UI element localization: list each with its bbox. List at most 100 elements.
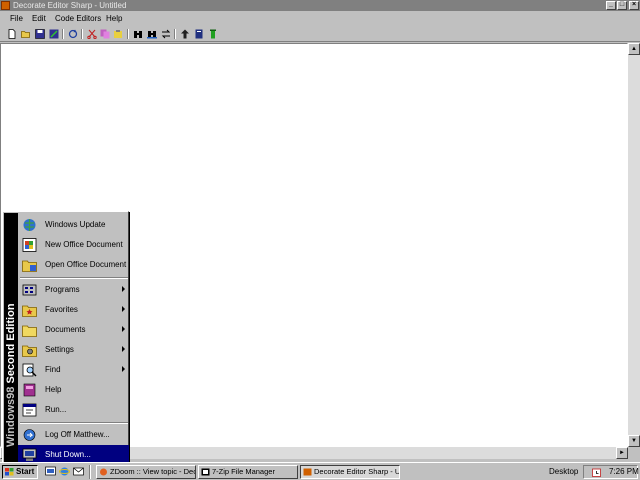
start-item-open-office-document[interactable]: Open Office Document <box>18 255 129 275</box>
title-bar[interactable]: Decorate Editor Sharp - Untitled _ □ × <box>0 0 640 11</box>
task-label: ZDoom :: View topic - Dec... <box>110 467 196 476</box>
start-item-programs[interactable]: Programs <box>18 280 129 300</box>
submenu-arrow-icon <box>122 346 125 352</box>
start-item-label: New Office Document <box>45 240 123 249</box>
toolbar-separator <box>81 29 83 39</box>
log-off-icon <box>23 429 36 441</box>
scroll-up-button[interactable]: ▲ <box>628 43 640 55</box>
toolbar-separator <box>127 29 129 39</box>
copy-icon[interactable] <box>100 29 110 39</box>
find-icon[interactable] <box>133 29 143 39</box>
cut-icon[interactable] <box>87 29 97 39</box>
task-7zip[interactable]: 7-Zip File Manager <box>198 465 298 479</box>
shut-down-icon <box>22 448 37 461</box>
start-item-run[interactable]: Run... <box>18 400 129 420</box>
start-item-label: Run... <box>45 405 67 414</box>
start-item-label: Favorites <box>45 305 78 314</box>
task-label: 7-Zip File Manager <box>212 467 275 476</box>
start-item-label: Documents <box>45 325 86 334</box>
scheduler-icon[interactable] <box>592 468 601 477</box>
new-file-icon[interactable] <box>7 29 17 39</box>
minimize-button[interactable]: _ <box>606 1 616 10</box>
find-icon <box>22 363 37 377</box>
outlook-express-icon[interactable] <box>73 466 84 477</box>
task-label: Decorate Editor Sharp - U... <box>314 467 400 476</box>
start-menu-divider <box>20 422 128 424</box>
settings-icon <box>22 345 37 357</box>
scroll-down-button[interactable]: ▼ <box>628 435 640 447</box>
submenu-arrow-icon <box>122 306 125 312</box>
close-button[interactable]: × <box>629 1 639 10</box>
system-tray: 7:26 PM <box>583 465 639 479</box>
taskbar-separator <box>89 465 91 479</box>
start-item-label: Find <box>45 365 61 374</box>
internet-explorer-icon[interactable] <box>59 466 70 477</box>
toolbar-separator <box>62 29 64 39</box>
favorites-icon <box>22 305 37 317</box>
start-menu-banner: Windows98 Second Edition <box>4 213 18 462</box>
start-item-settings[interactable]: Settings <box>18 340 129 360</box>
scrollbar-corner <box>628 447 640 459</box>
menu-edit[interactable]: Edit <box>32 14 46 23</box>
paste-icon[interactable] <box>113 29 123 39</box>
new-office-document-icon <box>22 238 37 252</box>
start-menu-divider <box>20 277 128 279</box>
start-item-log-off[interactable]: Log Off Matthew... <box>18 425 129 445</box>
start-item-help[interactable]: Help <box>18 380 129 400</box>
clock[interactable]: 7:26 PM <box>609 467 639 477</box>
submenu-arrow-icon <box>122 326 125 332</box>
app-icon <box>303 468 312 476</box>
archive-icon <box>201 468 210 476</box>
replace-icon[interactable] <box>161 29 171 39</box>
toolbar-separator <box>174 29 176 39</box>
task-zdoom[interactable]: ZDoom :: View topic - Dec... <box>96 465 196 479</box>
start-item-label: Help <box>45 385 62 394</box>
start-item-find[interactable]: Find <box>18 360 129 380</box>
submenu-arrow-icon <box>122 286 125 292</box>
taskbar: Start ZDoom :: View topic - Dec... 7-Zip… <box>0 462 640 480</box>
browser-icon <box>100 468 107 476</box>
documents-icon <box>22 325 37 337</box>
start-item-label: Log Off Matthew... <box>45 430 110 439</box>
start-item-label: Windows Update <box>45 220 106 229</box>
menu-code-editors[interactable]: Code Editors <box>55 14 101 23</box>
start-item-label: Programs <box>45 285 80 294</box>
pointer-icon[interactable] <box>180 29 190 39</box>
banner-text: Windows98 Second Edition <box>5 303 17 447</box>
maximize-button[interactable]: □ <box>617 1 627 10</box>
app-icon[interactable] <box>1 1 10 10</box>
scroll-right-button[interactable]: ► <box>616 447 628 459</box>
desktop-toolbar-label[interactable]: Desktop <box>549 467 578 476</box>
menu-bar: File Edit Code Editors Help <box>0 11 640 26</box>
save-as-icon[interactable] <box>49 29 59 39</box>
start-item-label: Open Office Document <box>45 260 127 269</box>
start-item-windows-update[interactable]: Windows Update <box>18 215 129 235</box>
menu-file[interactable]: File <box>10 14 23 23</box>
task-decorate-editor[interactable]: Decorate Editor Sharp - U... <box>300 465 400 479</box>
refresh-icon[interactable] <box>68 29 78 39</box>
save-icon[interactable] <box>35 29 45 39</box>
window-title: Decorate Editor Sharp - Untitled <box>13 1 127 10</box>
menu-help[interactable]: Help <box>106 14 122 23</box>
start-item-documents[interactable]: Documents <box>18 320 129 340</box>
book-icon[interactable] <box>194 29 204 39</box>
programs-icon <box>22 284 37 296</box>
toolbar <box>0 26 640 42</box>
open-folder-icon[interactable] <box>21 29 31 39</box>
start-item-label: Settings <box>45 345 74 354</box>
start-label: Start <box>16 467 35 476</box>
start-menu: Windows98 Second Edition Windows Update … <box>2 211 129 465</box>
start-button[interactable]: Start <box>2 465 38 479</box>
submenu-arrow-icon <box>122 366 125 372</box>
show-desktop-icon[interactable] <box>45 466 56 477</box>
windows-logo-icon <box>5 468 14 476</box>
open-office-document-icon <box>22 260 37 272</box>
windows-update-icon <box>23 219 36 231</box>
start-item-favorites[interactable]: Favorites <box>18 300 129 320</box>
help-icon <box>23 383 36 397</box>
vertical-scrollbar[interactable]: ▲ ▼ <box>628 43 640 447</box>
start-item-label: Shut Down... <box>45 450 91 459</box>
find-replace-icon[interactable] <box>147 29 157 39</box>
marker-icon[interactable] <box>208 29 218 39</box>
start-item-new-office-document[interactable]: New Office Document <box>18 235 129 255</box>
